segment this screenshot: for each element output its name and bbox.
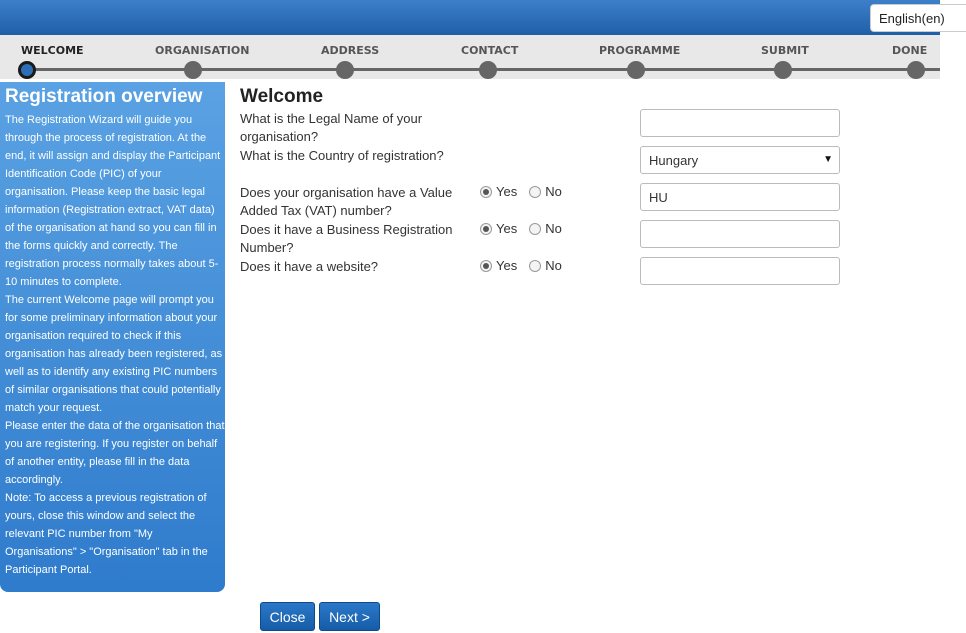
step-label-address: ADDRESS: [321, 44, 380, 57]
business-registration-yes-label: Yes: [496, 221, 518, 236]
website-yes-radio[interactable]: [480, 259, 492, 272]
sidebar-paragraph: Please enter the data of the organisatio…: [5, 420, 225, 486]
language-selector[interactable]: English(en): [870, 4, 966, 32]
vat-number-input[interactable]: HU: [640, 183, 840, 211]
main-content: Welcome: [240, 86, 323, 108]
legal-name-question: What is the Legal Name of your organisat…: [240, 111, 423, 144]
business-registration-input[interactable]: [640, 220, 840, 248]
step-label-done: DONE: [892, 44, 928, 57]
business-registration-no-radio[interactable]: [529, 222, 542, 235]
close-button[interactable]: Close: [260, 602, 315, 631]
website-question: Does it have a website?: [240, 259, 379, 274]
website-no-radio[interactable]: [529, 259, 542, 272]
vat-yes-radio[interactable]: [480, 185, 492, 198]
step-dot-welcome: [18, 61, 36, 79]
step-label-organisation: ORGANISATION: [155, 44, 250, 57]
country-select-value: Hungary: [649, 153, 699, 168]
step-label-welcome: WELCOME: [21, 44, 84, 57]
step-dot-done: [907, 61, 925, 79]
step-dot-submit: [774, 61, 792, 79]
vat-radio-group: Yes No: [480, 184, 570, 199]
website-yes-label: Yes: [496, 258, 518, 273]
business-registration-radio-group: Yes No: [480, 221, 570, 236]
vat-no-radio[interactable]: [529, 185, 542, 198]
vat-yes-label: Yes: [496, 184, 518, 199]
business-registration-question: Does it have a Business Registration Num…: [240, 222, 453, 255]
step-label-submit: SUBMIT: [761, 44, 809, 57]
step-dot-address: [336, 61, 354, 79]
next-button[interactable]: Next >: [319, 602, 380, 631]
sidebar-paragraph: The current Welcome page will prompt you…: [5, 294, 223, 414]
step-dot-organisation: [184, 61, 202, 79]
registration-overview-panel: Registration overview The Registration W…: [0, 82, 225, 592]
page-title: Welcome: [240, 86, 324, 107]
step-dot-contact: [479, 61, 497, 79]
step-label-contact: CONTACT: [461, 44, 519, 57]
step-dot-programme: [627, 61, 645, 79]
business-registration-yes-radio[interactable]: [480, 222, 492, 235]
legal-name-input[interactable]: [640, 109, 840, 137]
website-radio-group: Yes No: [480, 258, 570, 273]
country-question: What is the Country of registration?: [240, 148, 444, 163]
business-registration-no-label: No: [545, 221, 562, 236]
sidebar-title: Registration overview: [5, 86, 203, 107]
step-label-programme: PROGRAMME: [599, 44, 681, 57]
sidebar-paragraph: The Registration Wizard will guide you t…: [5, 114, 221, 288]
chevron-down-icon: ▼: [823, 154, 833, 165]
website-input[interactable]: [640, 257, 840, 285]
country-select[interactable]: Hungary ▼: [640, 146, 840, 174]
top-header-bar: [0, 0, 940, 35]
vat-question: Does your organisation have a Value Adde…: [240, 185, 453, 218]
website-no-label: No: [545, 258, 562, 273]
progress-steps: WELCOME ORGANISATION ADDRESS CONTACT PRO…: [0, 35, 940, 79]
vat-no-label: No: [545, 184, 562, 199]
sidebar-paragraph: Note: To access a previous registration …: [5, 492, 208, 576]
